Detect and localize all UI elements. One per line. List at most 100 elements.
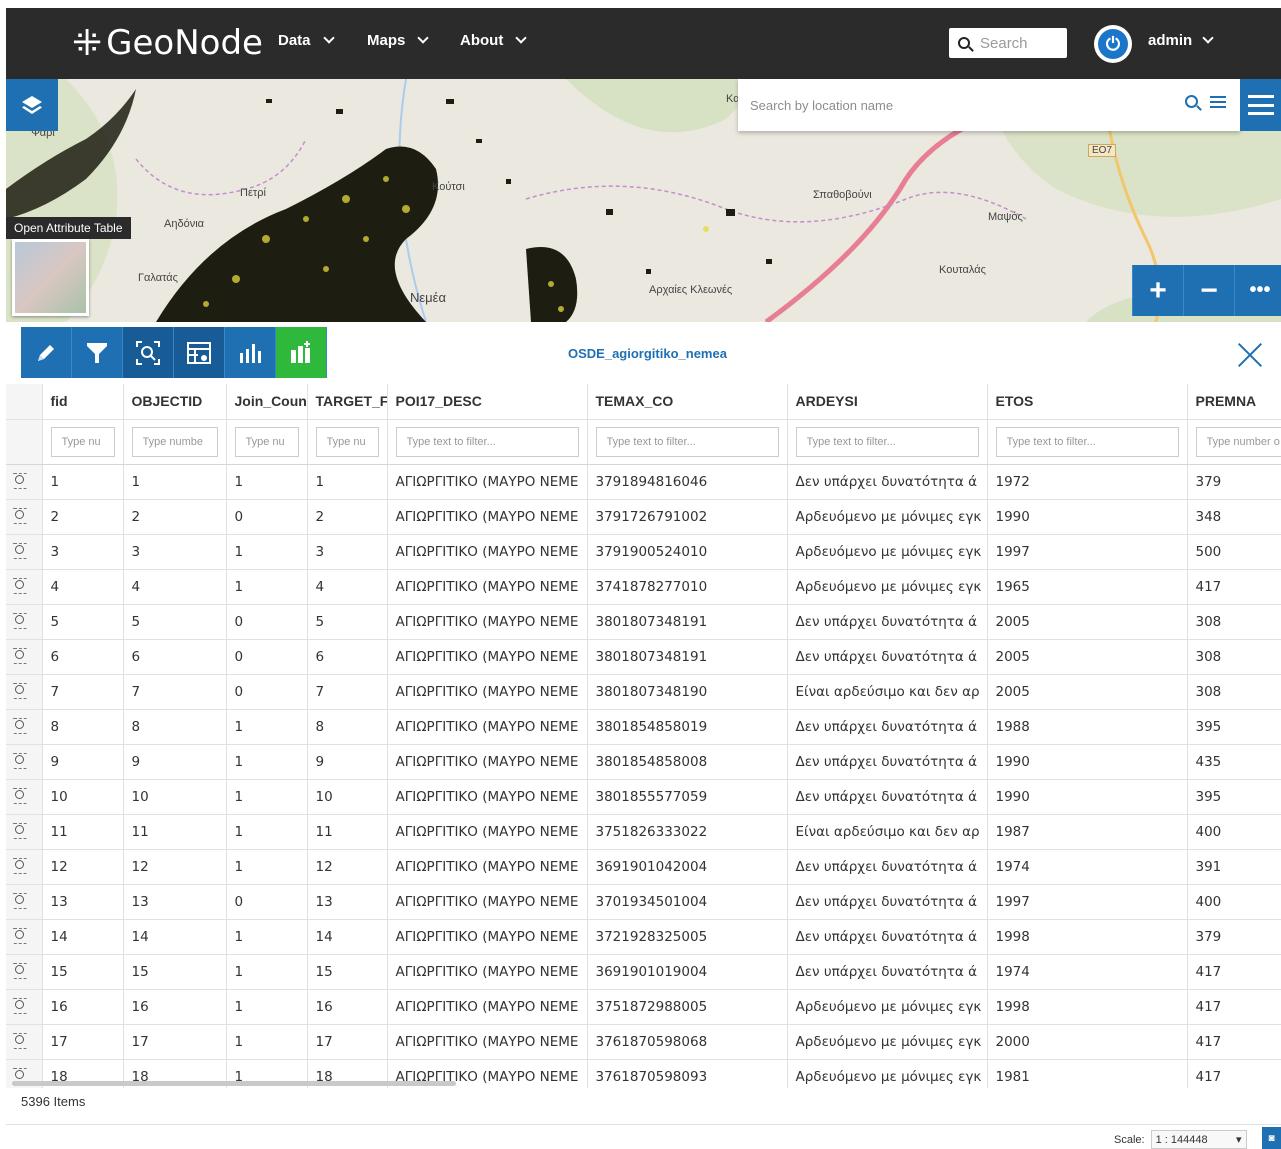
table-row[interactable]: 4 4 1 4 ΑΓΙΩΡΓΙΤΙΚΟ (ΜΑΥΡΟ ΝΕΜΕ 3741878277010… xyxy=(6,569,1281,605)
row-zoom-cell[interactable] xyxy=(6,814,43,850)
column-header-etos[interactable]: ETOS xyxy=(987,384,1188,420)
global-search-input[interactable]: Search xyxy=(949,28,1067,58)
table-row[interactable]: 2 2 0 2 ΑΓΙΩΡΓΙΤΙΚΟ (ΜΑΥΡΟ ΝΕΜΕ 3791726791002… xyxy=(6,499,1281,535)
table-row[interactable]: 6 6 0 6 ΑΓΙΩΡΓΙΤΙΚΟ (ΜΑΥΡΟ ΝΕΜΕ 3801807348191… xyxy=(6,639,1281,675)
column-header-target-fi[interactable]: TARGET_FI xyxy=(307,384,388,420)
zoom-to-feature-icon[interactable] xyxy=(12,752,28,769)
row-zoom-cell[interactable] xyxy=(6,464,43,500)
nav-maps[interactable]: Maps xyxy=(367,32,430,49)
more-options-button[interactable]: ••• xyxy=(1234,265,1281,316)
column-filter-input[interactable] xyxy=(995,426,1179,457)
column-filter-input[interactable] xyxy=(50,426,115,457)
search-options-icon[interactable] xyxy=(1210,95,1226,108)
column-filter-input[interactable] xyxy=(1195,426,1281,457)
table-row[interactable]: 15 15 1 15 ΑΓΙΩΡΓΙΤΙΚΟ (ΜΑΥΡΟ ΝΕΜΕ 3691901019… xyxy=(6,954,1281,990)
table-row[interactable]: 9 9 1 9 ΑΓΙΩΡΓΙΤΙΚΟ (ΜΑΥΡΟ ΝΕΜΕ 3801854858008… xyxy=(6,744,1281,780)
column-filter-input[interactable] xyxy=(595,426,779,457)
row-zoom-cell[interactable] xyxy=(6,1024,43,1060)
row-zoom-cell[interactable] xyxy=(6,534,43,570)
column-header-temax-co[interactable]: TEMAX_CO xyxy=(587,384,788,420)
column-header-premna[interactable]: PREMNA xyxy=(1187,384,1281,420)
column-header-objectid[interactable]: OBJECTID xyxy=(123,384,227,420)
column-header-join-count[interactable]: Join_Count xyxy=(226,384,308,420)
zoom-to-feature-icon[interactable] xyxy=(12,472,28,489)
column-filter-input[interactable] xyxy=(395,426,579,457)
zoom-to-feature-icon[interactable] xyxy=(12,717,28,734)
zoom-to-feature-icon[interactable] xyxy=(12,927,28,944)
chart-widget-button[interactable] xyxy=(276,327,327,378)
scale-select[interactable]: 1 : 144448 ▾ xyxy=(1150,1130,1247,1149)
layers-button[interactable] xyxy=(6,79,58,131)
table-row[interactable]: 5 5 0 5 ΑΓΙΩΡΓΙΤΙΚΟ (ΜΑΥΡΟ ΝΕΜΕ 3801807348191… xyxy=(6,604,1281,640)
zoom-to-feature-icon[interactable] xyxy=(12,1032,28,1049)
user-menu[interactable]: admin xyxy=(1148,32,1214,49)
column-header-fid[interactable]: fid xyxy=(42,384,124,420)
row-zoom-cell[interactable] xyxy=(6,604,43,640)
row-zoom-cell[interactable] xyxy=(6,919,43,955)
row-zoom-cell[interactable] xyxy=(6,989,43,1025)
search-icon[interactable] xyxy=(1185,95,1198,108)
table-row[interactable]: 17 17 1 17 ΑΓΙΩΡΓΙΤΙΚΟ (ΜΑΥΡΟ ΝΕΜΕ 3761870598… xyxy=(6,1024,1281,1060)
table-row[interactable]: 7 7 0 7 ΑΓΙΩΡΓΙΤΙΚΟ (ΜΑΥΡΟ ΝΕΜΕ 3801807348190… xyxy=(6,674,1281,710)
zoom-out-button[interactable]: − xyxy=(1183,265,1234,316)
table-row[interactable]: 10 10 1 10 ΑΓΙΩΡΓΙΤΙΚΟ (ΜΑΥΡΟ ΝΕΜΕ 3801855577… xyxy=(6,779,1281,815)
statistics-button[interactable] xyxy=(225,327,276,378)
column-filter-input[interactable] xyxy=(234,426,299,457)
geonode-logo[interactable]: ⁜ GeoNode xyxy=(72,20,263,66)
table-row[interactable]: 12 12 1 12 ΑΓΙΩΡΓΙΤΙΚΟ (ΜΑΥΡΟ ΝΕΜΕ 3691901042… xyxy=(6,849,1281,885)
row-zoom-cell[interactable] xyxy=(6,639,43,675)
table-row[interactable]: 8 8 1 8 ΑΓΙΩΡΓΙΤΙΚΟ (ΜΑΥΡΟ ΝΕΜΕ 3801854858019… xyxy=(6,709,1281,745)
column-filter-input[interactable] xyxy=(795,426,979,457)
row-zoom-cell[interactable] xyxy=(6,499,43,535)
column-filter-input[interactable] xyxy=(131,426,218,457)
nav-about[interactable]: About xyxy=(460,32,527,49)
user-avatar[interactable]: ⏻ xyxy=(1094,25,1132,63)
nav-data[interactable]: Data xyxy=(278,32,335,49)
map-info-button[interactable]: ◙ xyxy=(1262,1127,1281,1149)
map-view[interactable]: Ψάρι Αηδόνια Πετρί Κούτσι Γαλατάς Νεμέα … xyxy=(6,79,1281,322)
table-row[interactable]: 13 13 0 13 ΑΓΙΩΡΓΙΤΙΚΟ (ΜΑΥΡΟ ΝΕΜΕ 3701934501… xyxy=(6,884,1281,920)
attribute-grid[interactable]: fid OBJECTID Join_Count TARGET_FI POI17_DESC… xyxy=(6,384,1281,1088)
table-settings-button[interactable] xyxy=(174,327,225,378)
zoom-in-button[interactable]: + xyxy=(1132,265,1183,316)
row-zoom-cell[interactable] xyxy=(6,709,43,745)
zoom-to-feature-icon[interactable] xyxy=(12,647,28,664)
row-zoom-cell[interactable] xyxy=(6,744,43,780)
row-zoom-cell[interactable] xyxy=(6,954,43,990)
table-row[interactable]: 11 11 1 11 ΑΓΙΩΡΓΙΤΙΚΟ (ΜΑΥΡΟ ΝΕΜΕ 3751826333… xyxy=(6,814,1281,850)
filter-button[interactable] xyxy=(72,327,123,378)
row-zoom-cell[interactable] xyxy=(6,674,43,710)
row-zoom-cell[interactable] xyxy=(6,849,43,885)
zoom-to-feature-icon[interactable] xyxy=(12,962,28,979)
column-header-poi17-desc[interactable]: POI17_DESC xyxy=(387,384,588,420)
zoom-to-feature-icon[interactable] xyxy=(12,892,28,909)
column-filter-input[interactable] xyxy=(315,426,379,457)
zoom-to-feature-icon[interactable] xyxy=(12,1067,28,1084)
zoom-to-feature-icon[interactable] xyxy=(12,612,28,629)
zoom-to-feature-icon[interactable] xyxy=(12,507,28,524)
background-selector[interactable] xyxy=(12,239,89,316)
table-cell: 8 xyxy=(307,709,388,745)
zoom-to-features-button[interactable] xyxy=(123,327,174,378)
column-header-ardeysi[interactable]: ARDEYSI xyxy=(787,384,988,420)
zoom-to-feature-icon[interactable] xyxy=(12,997,28,1014)
zoom-to-feature-icon[interactable] xyxy=(12,822,28,839)
zoom-to-feature-icon[interactable] xyxy=(12,577,28,594)
edit-button[interactable] xyxy=(21,327,72,378)
table-row[interactable]: 14 14 1 14 ΑΓΙΩΡΓΙΤΙΚΟ (ΜΑΥΡΟ ΝΕΜΕ 3721928325… xyxy=(6,919,1281,955)
zoom-to-feature-icon[interactable] xyxy=(12,542,28,559)
table-cell: 15 xyxy=(123,954,227,990)
table-row[interactable]: 1 1 1 1 ΑΓΙΩΡΓΙΤΙΚΟ (ΜΑΥΡΟ ΝΕΜΕ 3791894816046… xyxy=(6,464,1281,500)
burger-menu-button[interactable] xyxy=(1240,79,1281,131)
zoom-to-feature-icon[interactable] xyxy=(12,682,28,699)
row-zoom-cell[interactable] xyxy=(6,779,43,815)
horizontal-scrollbar[interactable] xyxy=(12,1081,456,1086)
table-row[interactable]: 16 16 1 16 ΑΓΙΩΡΓΙΤΙΚΟ (ΜΑΥΡΟ ΝΕΜΕ 3751872988… xyxy=(6,989,1281,1025)
zoom-to-feature-icon[interactable] xyxy=(12,787,28,804)
row-zoom-cell[interactable] xyxy=(6,884,43,920)
location-search-input[interactable]: Search by location name xyxy=(738,79,1240,131)
close-icon[interactable] xyxy=(1236,341,1264,369)
zoom-to-feature-icon[interactable] xyxy=(12,857,28,874)
table-row[interactable]: 3 3 1 3 ΑΓΙΩΡΓΙΤΙΚΟ (ΜΑΥΡΟ ΝΕΜΕ 3791900524010… xyxy=(6,534,1281,570)
row-zoom-cell[interactable] xyxy=(6,569,43,605)
